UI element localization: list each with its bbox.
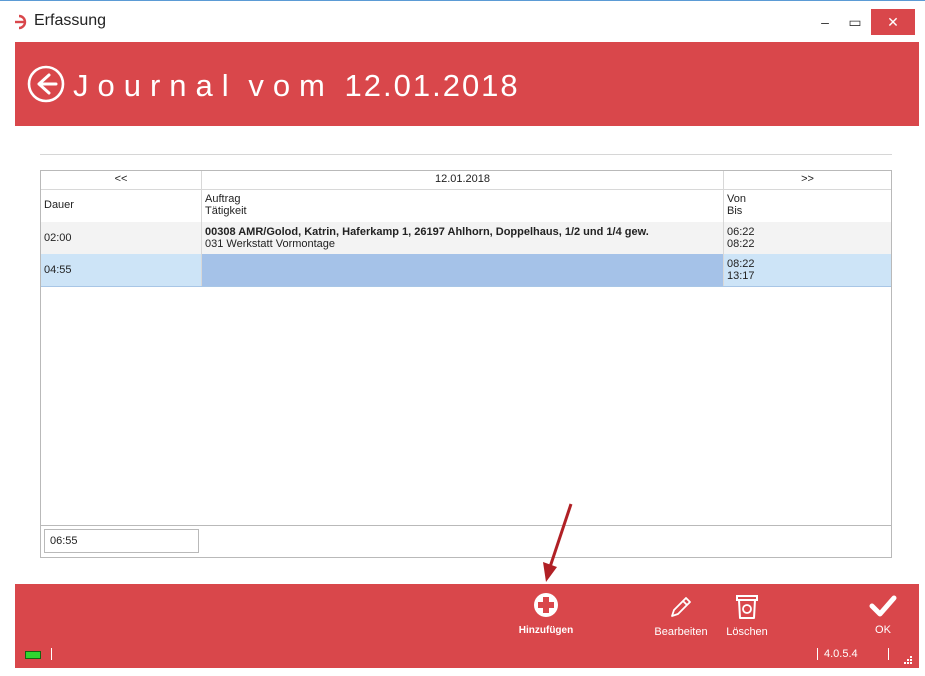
application-window: Erfassung ‒ ▭ ✕ Journal vom 12.01.2018 <… [0, 0, 925, 676]
row-dauer: 02:00 [41, 222, 202, 254]
next-day-button[interactable]: >> [724, 171, 891, 189]
maximize-button[interactable]: ▭ [841, 9, 869, 35]
page-header: Journal vom 12.01.2018 [15, 42, 919, 126]
main-content: << 12.01.2018 >> Dauer Auftrag Tätigkeit… [15, 126, 919, 584]
row-time-cell: 08:22 13:17 [724, 254, 891, 286]
ok-button[interactable]: OK [863, 594, 903, 636]
title-bar: Erfassung ‒ ▭ ✕ [0, 0, 925, 42]
row-auftrag: 00308 AMR/Golod, Katrin, Haferkamp 1, 26… [205, 226, 649, 238]
close-icon: ✕ [887, 13, 899, 30]
back-button[interactable] [25, 63, 67, 105]
prev-day-button[interactable]: << [41, 171, 202, 189]
connection-status-icon [25, 651, 41, 659]
edit-button[interactable]: Bearbeiten [648, 594, 714, 638]
checkmark-icon [869, 595, 897, 617]
close-button[interactable]: ✕ [871, 9, 915, 35]
column-header-auftrag[interactable]: Auftrag Tätigkeit [202, 189, 724, 222]
annotation-arrow-icon [543, 503, 573, 582]
column-header-dauer[interactable]: Dauer [41, 189, 202, 222]
window-title: Erfassung [34, 12, 107, 29]
version-label: 4.0.5.4 [817, 648, 858, 660]
status-divider [51, 648, 52, 660]
page-title-date: 12.01.2018 [344, 68, 520, 103]
delete-button-label: Löschen [726, 626, 768, 638]
edit-button-label: Bearbeiten [654, 626, 708, 638]
column-header-row: Dauer Auftrag Tätigkeit Von Bis [41, 189, 891, 223]
date-nav-row: << 12.01.2018 >> [41, 171, 891, 190]
row-dauer: 04:55 [41, 254, 202, 286]
current-date-label: 12.01.2018 [202, 171, 724, 189]
plus-circle-icon [534, 593, 558, 617]
row-bis: 08:22 [727, 238, 755, 250]
row-taetigkeit: 031 Werkstatt Vormontage [205, 238, 336, 250]
add-button-label: Hinzufügen [518, 625, 574, 636]
column-header-taetigkeit-label: Tätigkeit [205, 205, 247, 217]
row-von: 06:22 [727, 226, 755, 238]
ok-button-label: OK [875, 624, 891, 636]
journal-grid: << 12.01.2018 >> Dauer Auftrag Tätigkeit… [40, 170, 892, 558]
column-header-bis-label: Bis [727, 205, 743, 217]
page-title-word: Journal [73, 68, 238, 103]
app-logo-icon [15, 14, 27, 30]
table-row[interactable]: 02:00 00308 AMR/Golod, Katrin, Haferkamp… [41, 222, 891, 255]
column-header-von-bis[interactable]: Von Bis [724, 189, 891, 222]
resize-grip-icon[interactable] [904, 656, 912, 664]
divider [40, 154, 892, 155]
maximize-icon: ▭ [848, 13, 862, 30]
column-header-von-label: Von [727, 193, 746, 205]
add-button[interactable]: Hinzufügen [516, 592, 576, 636]
action-bar: Hinzufügen Bearbeiten Löschen OK 4.0.5.4 [15, 584, 919, 668]
minimize-icon: ‒ [821, 14, 829, 30]
total-duration: 06:55 [44, 529, 199, 553]
minimize-button[interactable]: ‒ [811, 9, 839, 35]
row-bis: 13:17 [727, 270, 755, 282]
page-title: Journal vom 12.01.2018 [73, 68, 520, 104]
grid-footer: 06:55 [41, 525, 891, 558]
row-auftrag-cell: 00308 AMR/Golod, Katrin, Haferkamp 1, 26… [202, 222, 724, 254]
status-divider [888, 648, 889, 660]
column-header-auftrag-label: Auftrag [205, 193, 241, 205]
page-title-vom: vom [248, 68, 334, 103]
trash-icon [736, 595, 758, 619]
row-von: 08:22 [727, 258, 755, 270]
delete-button[interactable]: Löschen [719, 594, 775, 638]
row-time-cell: 06:22 08:22 [724, 222, 891, 254]
row-auftrag-cell [202, 254, 724, 286]
table-row-selected[interactable]: 04:55 08:22 13:17 [41, 254, 891, 287]
pencil-icon [671, 597, 691, 617]
